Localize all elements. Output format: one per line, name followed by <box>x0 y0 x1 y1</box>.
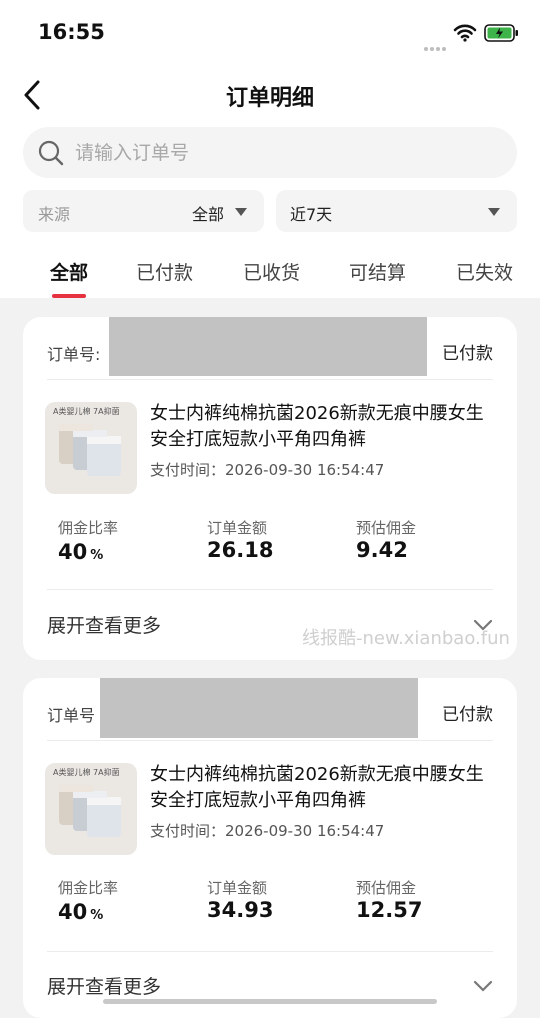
divider <box>47 589 493 590</box>
source-filter[interactable]: 来源 全部 <box>23 190 264 232</box>
expand-more-button[interactable]: 展开查看更多 <box>47 972 161 999</box>
product-title[interactable]: 女士内裤纯棉抗菌2026新款无痕中腰女生安全打底短款小平角四角裤 <box>150 762 500 814</box>
divider <box>47 951 493 952</box>
wifi-icon <box>453 24 477 42</box>
status-time: 16:55 <box>38 20 105 44</box>
source-filter-label: 来源 <box>38 205 71 224</box>
dropdown-caret-icon <box>488 208 500 216</box>
order-amount-label: 订单金额 <box>207 879 268 897</box>
order-number-label: 订单号 <box>47 706 96 725</box>
order-amount-value: 26.18 <box>207 538 274 562</box>
estimated-commission-value: 12.57 <box>356 898 423 922</box>
dropdown-caret-icon <box>235 208 247 216</box>
order-card[interactable]: 订单号 已付款 A类婴儿棉 7A抑菌 女士内裤纯棉抗菌2026新款无痕中腰女生安… <box>23 678 517 1018</box>
order-amount-label: 订单金额 <box>207 519 268 537</box>
chevron-down-icon[interactable] <box>473 979 493 993</box>
signal-dots-icon <box>424 36 450 51</box>
payment-time: 支付时间：2026-09-30 16:54:47 <box>150 822 385 840</box>
commission-rate-label: 佣金比率 <box>58 519 119 537</box>
tab-all[interactable]: 全部 <box>50 258 88 285</box>
payment-time: 支付时间：2026-09-30 16:54:47 <box>150 461 385 479</box>
divider <box>47 740 493 741</box>
time-filter-value: 近7天 <box>290 205 333 224</box>
watermark: 线报酷-new.xianbao.fun <box>302 628 510 649</box>
divider <box>47 379 493 380</box>
order-status: 已付款 <box>442 344 493 364</box>
order-search-input[interactable] <box>75 127 495 178</box>
order-status: 已付款 <box>442 705 493 725</box>
commission-rate-value: 40% <box>58 900 104 924</box>
battery-icon <box>484 24 518 42</box>
tab-paid[interactable]: 已付款 <box>136 258 193 285</box>
order-number-label: 订单号: <box>47 345 101 364</box>
product-image-tag: A类婴儿棉 7A抑菌 <box>53 407 120 416</box>
search-bar[interactable] <box>23 127 517 178</box>
product-title[interactable]: 女士内裤纯棉抗菌2026新款无痕中腰女生安全打底短款小平角四角裤 <box>150 401 500 453</box>
order-amount-value: 34.93 <box>207 898 274 922</box>
tab-received[interactable]: 已收货 <box>243 258 300 285</box>
commission-rate-label: 佣金比率 <box>58 879 119 897</box>
source-filter-value: 全部 <box>192 205 225 224</box>
search-icon <box>38 140 64 166</box>
status-tabs: 全部 已付款 已收货 可结算 已失效 <box>0 258 540 298</box>
estimated-commission-value: 9.42 <box>356 538 408 562</box>
product-image[interactable]: A类婴儿棉 7A抑菌 <box>45 763 137 855</box>
page-title: 订单明细 <box>225 86 314 111</box>
product-image[interactable]: A类婴儿棉 7A抑菌 <box>45 402 137 494</box>
tab-settleable[interactable]: 可结算 <box>349 258 406 285</box>
active-tab-indicator <box>52 294 86 298</box>
home-indicator <box>103 999 437 1004</box>
commission-rate-value: 40% <box>58 540 104 564</box>
tab-invalid[interactable]: 已失效 <box>456 258 513 285</box>
product-image-tag: A类婴儿棉 7A抑菌 <box>53 768 120 777</box>
expand-more-button[interactable]: 展开查看更多 <box>47 611 161 638</box>
order-number-redacted <box>109 317 427 376</box>
estimated-commission-label: 预估佣金 <box>356 879 417 897</box>
top-panel: 16:55 订单明细 来源 全部 近7天 全部 已付款 已收货 可结算 <box>0 0 540 298</box>
estimated-commission-label: 预估佣金 <box>356 519 417 537</box>
order-card[interactable]: 订单号: 已付款 A类婴儿棉 7A抑菌 女士内裤纯棉抗菌2026新款无痕中腰女生… <box>23 317 517 660</box>
time-filter[interactable]: 近7天 <box>276 190 517 232</box>
order-number-redacted <box>100 678 418 738</box>
